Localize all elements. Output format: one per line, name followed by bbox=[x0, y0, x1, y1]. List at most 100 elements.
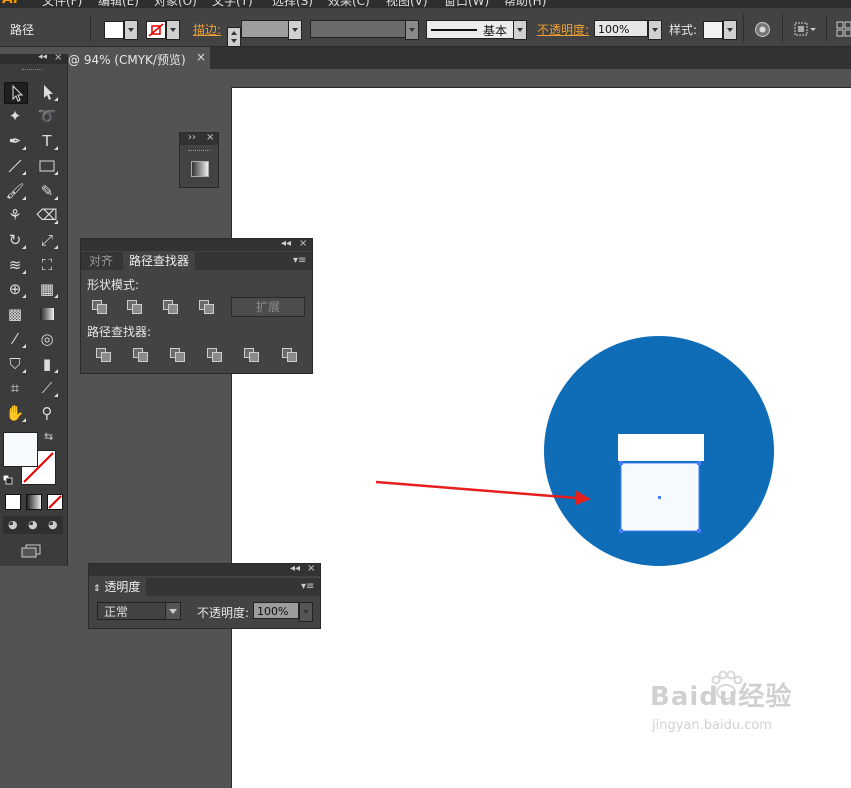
fill-color-front[interactable] bbox=[3, 432, 38, 467]
anchor-point[interactable] bbox=[697, 461, 701, 465]
tools-panel-header[interactable]: ◂◂ × bbox=[0, 52, 67, 64]
collapse-icon[interactable]: ◂◂ bbox=[281, 238, 291, 249]
scale-tool-icon[interactable]: ⤢ bbox=[36, 230, 58, 250]
gradient-panel-icon[interactable] bbox=[191, 161, 209, 177]
crop-icon[interactable] bbox=[206, 347, 222, 362]
panel-header[interactable]: ◂◂ × bbox=[89, 563, 320, 576]
close-icon[interactable]: × bbox=[307, 563, 315, 574]
none-mode-icon[interactable] bbox=[47, 494, 63, 510]
screen-mode-icon[interactable] bbox=[20, 544, 42, 558]
minus-back-icon[interactable] bbox=[281, 347, 297, 362]
blob-brush-tool-icon[interactable]: ⚘ bbox=[4, 205, 26, 225]
hand-tool-icon[interactable]: ✋ bbox=[4, 403, 26, 423]
tab-pathfinder[interactable]: 路径查找器 bbox=[123, 252, 196, 270]
opacity-input[interactable]: 100% bbox=[594, 20, 648, 37]
free-transform-tool-icon[interactable]: ⛶ bbox=[36, 255, 58, 275]
rectangle-tool-icon[interactable] bbox=[36, 156, 58, 176]
menu-file[interactable]: 文件(F) bbox=[42, 0, 82, 8]
menu-window[interactable]: 窗口(W) bbox=[444, 0, 489, 8]
menu-object[interactable]: 对象(O) bbox=[154, 0, 197, 8]
outline-icon[interactable] bbox=[243, 347, 259, 362]
gradient-mode-icon[interactable] bbox=[26, 494, 42, 510]
panel-header[interactable]: ◂◂ × bbox=[81, 238, 312, 251]
column-graph-tool-icon[interactable]: ▮ bbox=[36, 354, 58, 374]
menu-help[interactable]: 帮助(H) bbox=[504, 0, 546, 8]
opacity-dropdown[interactable] bbox=[299, 602, 313, 622]
anchor-point[interactable] bbox=[619, 461, 623, 465]
selection-tool-icon[interactable] bbox=[4, 82, 28, 104]
color-mode-icon[interactable] bbox=[5, 494, 21, 510]
recolor-artwork-icon[interactable] bbox=[754, 21, 771, 38]
menu-type[interactable]: 文字(T) bbox=[212, 0, 253, 8]
graphic-style-swatch[interactable] bbox=[703, 21, 723, 39]
eyedropper-tool-icon[interactable]: ⁄ bbox=[4, 329, 26, 349]
graphic-style-dropdown[interactable] bbox=[723, 20, 737, 40]
type-tool-icon[interactable]: T bbox=[36, 131, 58, 151]
stroke-weight-dropdown[interactable] bbox=[288, 20, 302, 40]
artboard-tool-icon[interactable]: ⌗ bbox=[4, 378, 26, 398]
close-icon[interactable]: × bbox=[196, 50, 206, 64]
close-icon[interactable]: × bbox=[54, 52, 62, 63]
eraser-tool-icon[interactable]: ⌫ bbox=[36, 205, 58, 225]
anchor-point[interactable] bbox=[619, 529, 623, 533]
expand-button[interactable]: 扩展 bbox=[231, 297, 305, 317]
slice-tool-icon[interactable]: ⟋ bbox=[36, 378, 58, 398]
shape-builder-tool-icon[interactable]: ⊕ bbox=[4, 279, 26, 299]
tab-align[interactable]: 对齐 bbox=[83, 252, 119, 270]
draw-inside-icon[interactable]: ◕ bbox=[48, 518, 58, 531]
menu-select[interactable]: 选择(S) bbox=[272, 0, 313, 8]
variable-width-profile[interactable] bbox=[310, 20, 406, 38]
opacity-input[interactable]: 100% bbox=[253, 602, 299, 619]
brush-definition-field[interactable]: 基本 bbox=[426, 20, 514, 39]
menu-effect[interactable]: 效果(C) bbox=[328, 0, 370, 8]
blend-tool-icon[interactable]: ◎ bbox=[36, 329, 58, 349]
anchor-point[interactable] bbox=[697, 529, 701, 533]
grip-icon[interactable] bbox=[22, 69, 42, 72]
tab-transparency[interactable]: ⇕ 透明度 bbox=[89, 578, 147, 596]
trim-icon[interactable] bbox=[132, 347, 148, 362]
minus-front-icon[interactable] bbox=[126, 299, 142, 314]
panel-menu-icon[interactable]: ▾≡ bbox=[301, 581, 314, 592]
blend-mode-select[interactable]: 正常 bbox=[97, 602, 181, 620]
menu-view[interactable]: 视图(V) bbox=[386, 0, 428, 8]
stroke-weight-field[interactable] bbox=[241, 20, 289, 38]
width-tool-icon[interactable]: ≋ bbox=[4, 255, 26, 275]
opacity-dropdown[interactable] bbox=[648, 20, 662, 40]
collapse-icon[interactable]: ◂◂ bbox=[290, 563, 300, 574]
expand-icon[interactable]: ›› bbox=[188, 132, 196, 143]
arrange-documents-icon[interactable] bbox=[836, 20, 851, 37]
pencil-tool-icon[interactable]: ✎ bbox=[36, 181, 58, 201]
collapse-icon[interactable]: ◂◂ bbox=[38, 52, 47, 62]
direct-selection-tool-icon[interactable] bbox=[36, 82, 58, 102]
rotate-tool-icon[interactable]: ↻ bbox=[4, 230, 26, 250]
close-icon[interactable]: × bbox=[206, 132, 214, 143]
stroke-swatch[interactable] bbox=[146, 21, 166, 39]
lid-rectangle[interactable] bbox=[618, 434, 704, 461]
merge-icon[interactable] bbox=[169, 347, 185, 362]
panel-header[interactable]: ›› × bbox=[180, 132, 218, 145]
stroke-dropdown[interactable] bbox=[166, 20, 180, 40]
default-fill-stroke-icon[interactable] bbox=[2, 474, 13, 485]
gradient-tool-icon[interactable] bbox=[36, 304, 58, 324]
divide-icon[interactable] bbox=[95, 347, 111, 362]
paintbrush-tool-icon[interactable]: 🖌 bbox=[4, 181, 26, 201]
stroke-weight-stepper[interactable] bbox=[227, 27, 241, 47]
close-icon[interactable]: × bbox=[299, 238, 307, 249]
mesh-tool-icon[interactable]: ▩ bbox=[4, 304, 26, 324]
draw-normal-icon[interactable]: ◕ bbox=[8, 518, 18, 531]
pen-tool-icon[interactable]: ✒ bbox=[4, 131, 26, 151]
lasso-tool-icon[interactable]: ➰ bbox=[36, 106, 58, 126]
grip-icon[interactable] bbox=[188, 150, 210, 153]
symbol-sprayer-tool-icon[interactable]: ⛉ bbox=[4, 354, 26, 374]
opacity-label[interactable]: 不透明度: bbox=[537, 21, 589, 38]
stroke-label[interactable]: 描边: bbox=[193, 21, 221, 38]
exclude-icon[interactable] bbox=[198, 299, 214, 314]
brush-dropdown[interactable] bbox=[513, 20, 527, 40]
fill-swatch[interactable] bbox=[104, 21, 124, 39]
line-tool-icon[interactable] bbox=[4, 156, 26, 176]
unite-icon[interactable] bbox=[91, 299, 107, 314]
swap-fill-stroke-icon[interactable]: ⇆ bbox=[44, 430, 53, 443]
fill-dropdown[interactable] bbox=[124, 20, 138, 40]
zoom-tool-icon[interactable]: ⚲ bbox=[36, 403, 58, 423]
graph-tool-icon[interactable]: ▦ bbox=[36, 279, 58, 299]
